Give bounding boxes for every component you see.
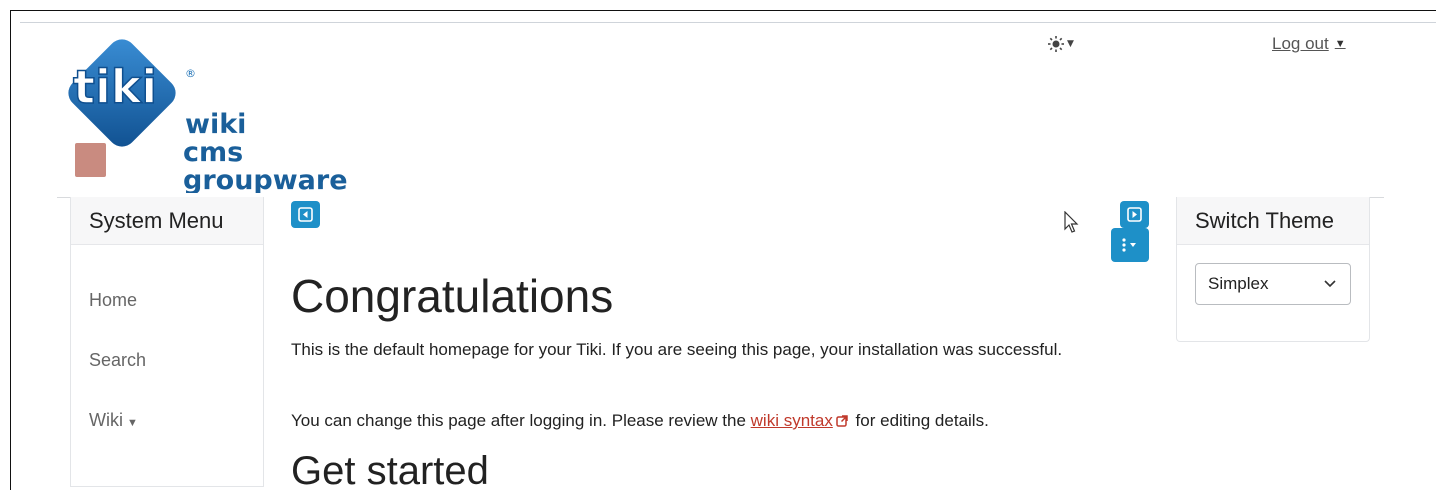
- menu-item-search[interactable]: Search: [89, 350, 146, 371]
- theme-select[interactable]: Simplex: [1195, 263, 1351, 305]
- panel-title: System Menu: [71, 197, 263, 245]
- theme-select-value: Simplex: [1208, 274, 1269, 293]
- collapse-left-icon: [298, 207, 313, 222]
- mouse-pointer-icon: [1064, 211, 1079, 233]
- page-actions-button[interactable]: [1111, 228, 1149, 262]
- tiki-logo[interactable]: tiki ® wiki cms groupware: [67, 33, 357, 193]
- site-header: tiki ® wiki cms groupware: [57, 23, 1384, 198]
- toggle-left-column-button[interactable]: [291, 201, 320, 228]
- menu-item-label: Search: [89, 350, 147, 370]
- switch-theme-panel: Switch Theme Simplex: [1176, 197, 1370, 342]
- help-paragraph: You can change this page after logging i…: [291, 409, 1081, 433]
- menu-item-label: Wiki: [89, 410, 123, 430]
- section-heading: Get started: [291, 449, 489, 493]
- chevron-down-icon: ▼: [1067, 39, 1074, 49]
- main-content: Congratulations This is the default home…: [264, 197, 1176, 493]
- svg-text:®: ®: [185, 67, 196, 80]
- theme-toggle[interactable]: ▼: [1047, 35, 1074, 53]
- vertical-ellipsis-icon: [1122, 238, 1136, 252]
- intro-paragraph: This is the default homepage for your Ti…: [291, 340, 1063, 359]
- menu-item-wiki[interactable]: Wiki ▼: [89, 410, 138, 431]
- chevron-down-icon: ▼: [1334, 38, 1346, 50]
- svg-text:tiki: tiki: [73, 60, 157, 114]
- collapse-right-icon: [1127, 207, 1142, 222]
- logo-overlay-badge: [75, 143, 106, 177]
- menu-item-label: Home: [89, 290, 138, 310]
- logout-label: Log out: [1272, 34, 1329, 53]
- help-text: You can change this page after logging i…: [291, 411, 751, 430]
- sun-icon: [1048, 36, 1064, 52]
- page-title: Congratulations: [291, 270, 614, 322]
- menu-item-home[interactable]: Home: [89, 290, 137, 311]
- svg-text:cms: cms: [183, 137, 243, 168]
- logout-link[interactable]: Log out ▼: [1272, 34, 1346, 54]
- chevron-down-icon: [1324, 280, 1336, 288]
- svg-text:groupware: groupware: [183, 165, 348, 193]
- external-link-icon: [836, 415, 848, 427]
- system-menu-panel: System Menu Home Search Wiki ▼: [70, 197, 264, 487]
- help-text-end: for editing details.: [850, 411, 989, 430]
- caret-down-icon: ▼: [127, 417, 138, 429]
- svg-text:wiki: wiki: [185, 109, 246, 140]
- panel-title: Switch Theme: [1177, 197, 1369, 245]
- wiki-syntax-link[interactable]: wiki syntax: [751, 411, 833, 430]
- toggle-right-column-button[interactable]: [1120, 201, 1149, 228]
